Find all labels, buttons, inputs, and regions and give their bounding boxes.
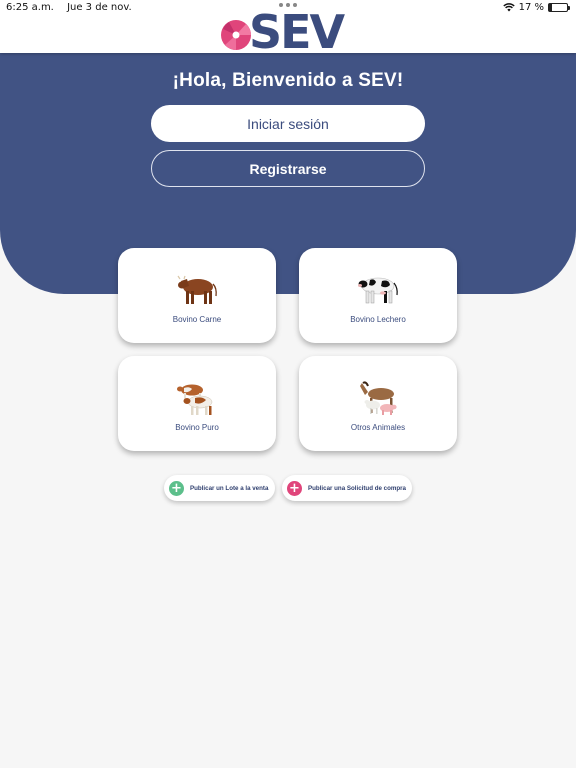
wifi-icon — [502, 3, 515, 12]
battery-fill — [549, 4, 553, 11]
category-label: Otros Animales — [350, 423, 406, 432]
register-button[interactable]: Registrarse — [151, 150, 425, 187]
category-label: Bovino Lechero — [350, 315, 406, 324]
farm-animals-icon — [360, 381, 397, 415]
welcome-hero: ¡Hola, Bienvenido a SEV! Iniciar sesión … — [0, 53, 576, 294]
cattle-pair-icon — [177, 384, 213, 415]
plus-icon: + — [169, 480, 184, 496]
login-button[interactable]: Iniciar sesión — [151, 105, 425, 142]
category-card-otros-animales[interactable]: Otros Animales — [299, 356, 457, 451]
category-card-bovino-lechero[interactable]: Bovino Lechero — [299, 248, 457, 343]
plus-icon: + — [287, 480, 302, 496]
status-bar: 6:25 a.m. Jue 3 de nov. 17 % — [0, 0, 576, 16]
category-label: Bovino Puro — [175, 423, 219, 432]
status-time: 6:25 a.m. — [6, 2, 54, 13]
battery-percent: 17 % — [518, 2, 544, 13]
welcome-title: ¡Hola, Bienvenido a SEV! — [172, 70, 404, 91]
status-indicators: 17 % — [502, 2, 570, 13]
category-card-bovino-carne[interactable]: Bovino Carne — [118, 248, 276, 343]
category-card-bovino-puro[interactable]: Bovino Puro — [118, 356, 276, 451]
sev-logo-mark-icon — [221, 20, 251, 50]
sev-logo: SEV — [219, 5, 345, 59]
publish-lot-button[interactable]: + Publicar un Lote a la venta — [164, 475, 275, 501]
multitasking-dots-icon[interactable] — [279, 3, 297, 7]
logo-text: SEV — [249, 5, 345, 59]
category-label: Bovino Carne — [172, 315, 222, 324]
status-date: Jue 3 de nov. — [67, 2, 132, 13]
publish-lot-label: Publicar un Lote a la venta — [190, 484, 269, 492]
battery-icon — [548, 3, 570, 12]
publish-request-button[interactable]: + Publicar una Solicitud de compra — [282, 475, 412, 501]
brown-cow-icon — [177, 275, 217, 304]
publish-request-label: Publicar una Solicitud de compra — [308, 484, 406, 492]
status-time-date: 6:25 a.m. Jue 3 de nov. — [6, 2, 132, 13]
dairy-cow-icon — [358, 277, 398, 304]
